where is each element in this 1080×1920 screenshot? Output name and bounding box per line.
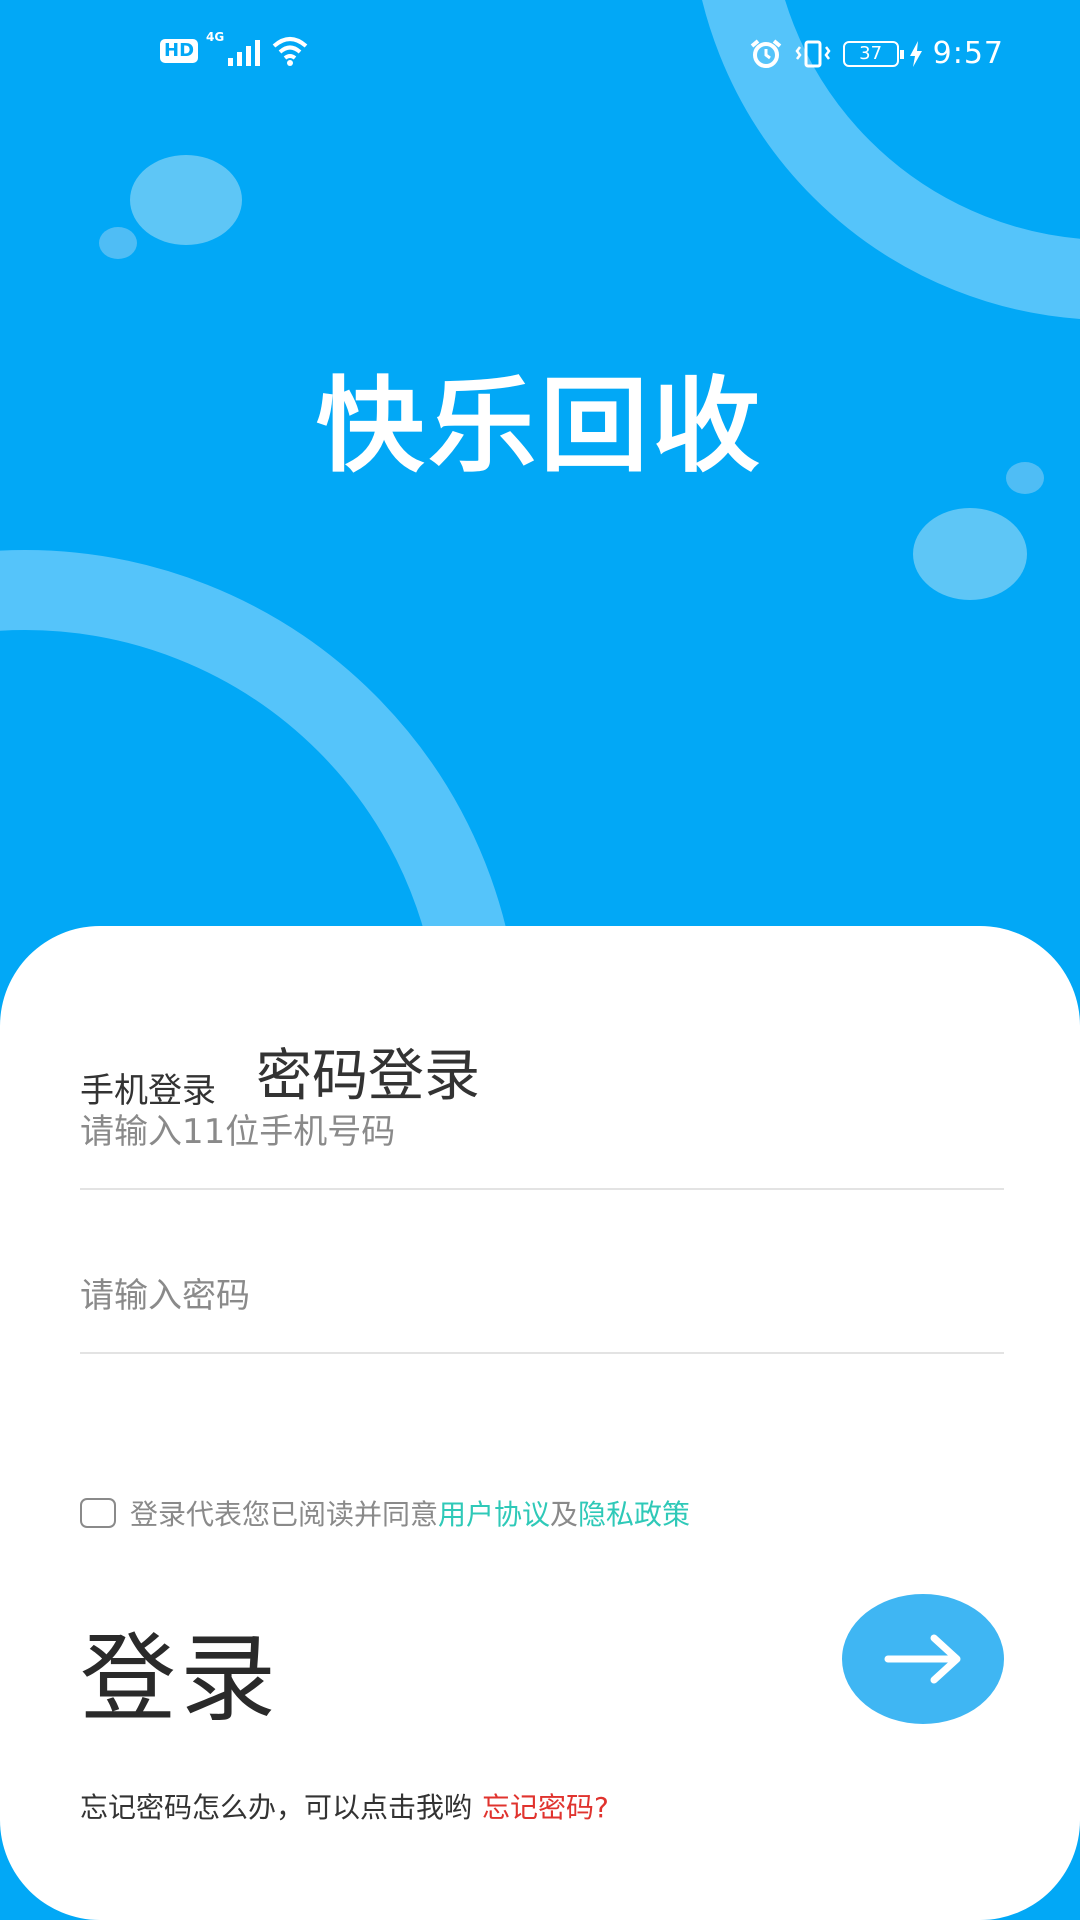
password-input[interactable] — [80, 1276, 1004, 1316]
alarm-icon — [750, 38, 781, 68]
privacy-policy-link[interactable]: 隐私政策 — [578, 1498, 690, 1531]
decorative-bubble — [913, 508, 1027, 600]
phone-input[interactable] — [80, 1112, 1004, 1152]
login-heading: 登录 — [80, 1623, 280, 1735]
vibrate-icon — [795, 40, 831, 67]
wifi-icon — [272, 37, 308, 66]
status-right: 37 9:57 — [749, 36, 1004, 71]
phone-field — [80, 1026, 1004, 1190]
agreement-and: 及 — [550, 1498, 579, 1531]
decorative-bubble — [130, 155, 242, 245]
user-agreement-link[interactable]: 用户协议 — [438, 1498, 550, 1531]
agreement-checkbox[interactable] — [80, 1498, 116, 1528]
cellular-signal-icon: 4G — [206, 30, 261, 66]
clock-time: 9:57 — [932, 36, 1004, 71]
status-left: HD 4G — [160, 30, 310, 66]
arrow-right-icon — [884, 1634, 961, 1684]
charging-icon — [909, 40, 922, 67]
password-field — [80, 1190, 1004, 1354]
agreement-text: 登录代表您已阅读并同意 — [130, 1498, 439, 1531]
app-title: 快乐回收 — [315, 367, 764, 487]
battery-icon: 37 — [842, 40, 904, 67]
forgot-password-link[interactable]: 忘记密码? — [482, 1791, 609, 1824]
network-type-label: 4G — [206, 30, 225, 44]
decorative-bubble — [99, 227, 137, 259]
agreement-row: 登录代表您已阅读并同意用户协议及隐私政策 — [80, 1493, 690, 1533]
hd-icon: HD — [160, 39, 199, 63]
login-submit-button[interactable] — [842, 1594, 1004, 1724]
forgot-hint: 忘记密码怎么办，可以点击我哟 — [80, 1791, 473, 1824]
status-bar: HD 4G 37 9:57 — [0, 0, 1080, 108]
forgot-row: 忘记密码怎么办，可以点击我哟 忘记密码? — [80, 1786, 609, 1826]
login-card: 手机登录 密码登录 登录代表您已阅读并同意用户协议及隐私政策 登录 忘记密码怎么… — [0, 926, 1080, 1920]
